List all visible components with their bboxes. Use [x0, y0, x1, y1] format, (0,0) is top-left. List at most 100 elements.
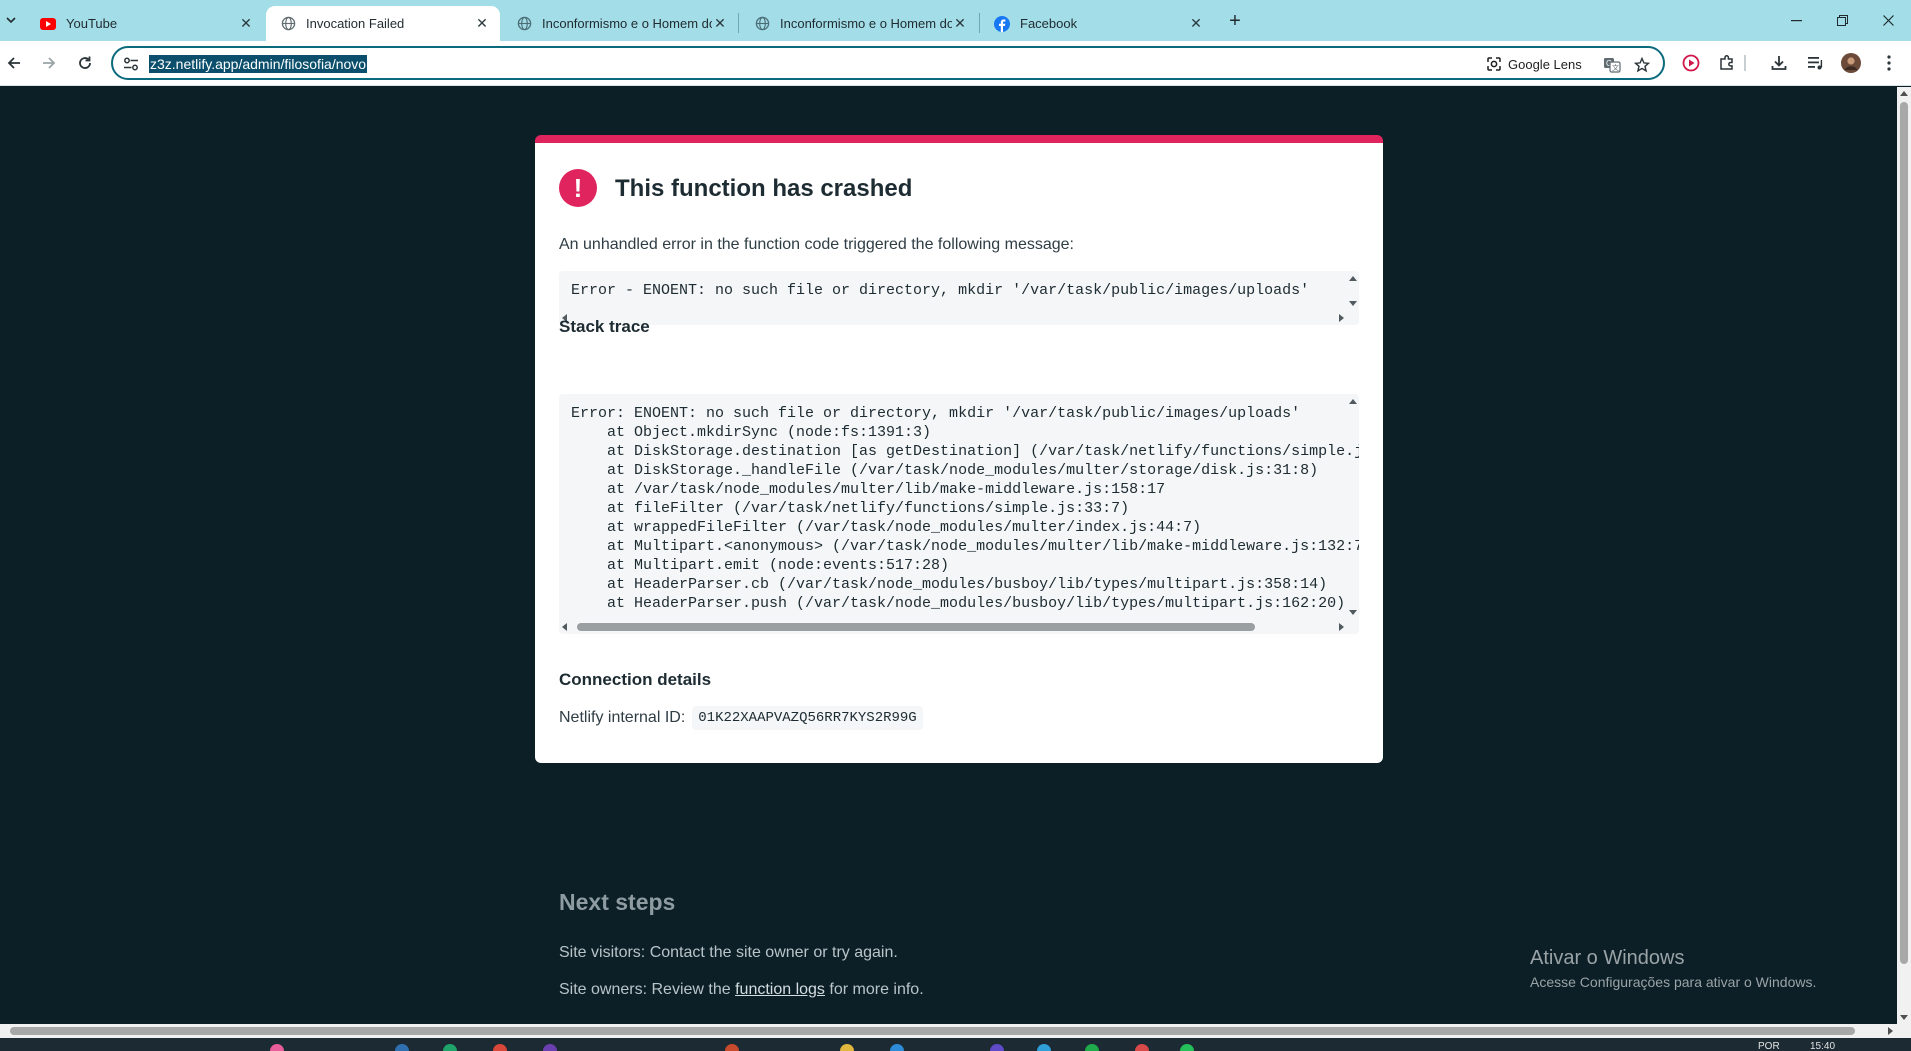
stack-trace-hscroll[interactable]: [559, 620, 1347, 634]
taskbar-app-icon[interactable]: [890, 1044, 904, 1051]
taskbar-app-icon[interactable]: [840, 1044, 854, 1051]
scroll-thumb[interactable]: [1900, 102, 1908, 964]
taskbar-app-icon[interactable]: [443, 1044, 457, 1051]
error-box-hscroll[interactable]: [559, 311, 1347, 325]
scroll-right-icon[interactable]: [1339, 314, 1344, 322]
globe-icon: [280, 16, 296, 32]
taskbar-app-icon[interactable]: [493, 1044, 507, 1051]
owners-suffix: for more info.: [829, 981, 924, 998]
scroll-left-icon[interactable]: [562, 623, 567, 631]
internal-id-label: Netlify internal ID:: [559, 709, 686, 726]
error-message-box[interactable]: Error - ENOENT: no such file or director…: [559, 271, 1359, 325]
restore-button[interactable]: [1819, 0, 1865, 41]
taskbar-app-icon[interactable]: [1085, 1044, 1099, 1051]
scroll-right-icon[interactable]: [1339, 623, 1344, 631]
downloads-icon[interactable]: [1768, 52, 1790, 74]
site-settings-icon[interactable]: [122, 55, 140, 73]
url-text[interactable]: z3z.netlify.app/admin/filosofia/novo: [149, 55, 368, 73]
page-vertical-scrollbar[interactable]: [1897, 87, 1911, 1024]
error-message: Error - ENOENT: no such file or director…: [571, 282, 1310, 299]
youtube-icon: [40, 16, 56, 32]
tab-title: YouTube: [66, 16, 118, 31]
tab-title: Invocation Failed: [306, 16, 405, 31]
browser-menu-icon[interactable]: [1878, 52, 1900, 74]
next-steps-visitors: Site visitors: Contact the site owner or…: [559, 944, 898, 961]
close-tab-icon[interactable]: ✕: [952, 15, 968, 32]
scroll-thumb[interactable]: [577, 623, 1255, 631]
page-content: ! This function has crashed An unhandled…: [0, 87, 1897, 1024]
taskbar-app-icon[interactable]: [725, 1044, 739, 1051]
facebook-icon: [994, 15, 1010, 32]
scroll-thumb[interactable]: [10, 1027, 1855, 1035]
scroll-up-icon[interactable]: [1900, 91, 1908, 96]
google-lens-button[interactable]: Google Lens: [1486, 54, 1582, 74]
error-box-vscroll[interactable]: [1347, 271, 1359, 311]
forward-button[interactable]: [35, 49, 63, 77]
scroll-up-icon[interactable]: [1349, 276, 1357, 281]
toolbar-divider: [1744, 55, 1746, 71]
tab-facebook[interactable]: Facebook ✕: [980, 6, 1214, 41]
globe-icon: [516, 16, 532, 32]
tab-invocation-failed[interactable]: Invocation Failed ✕: [266, 6, 500, 41]
close-window-button[interactable]: [1865, 0, 1911, 41]
taskbar-app-icon[interactable]: [543, 1044, 557, 1051]
exclamation-icon: !: [559, 169, 597, 207]
internal-id-value[interactable]: 01K22XAAPVAZQ56RR7KYS2R99G: [692, 706, 923, 730]
close-tab-icon[interactable]: ✕: [1188, 15, 1204, 32]
media-controls-icon[interactable]: [1804, 52, 1826, 74]
stack-trace-vscroll[interactable]: [1347, 394, 1359, 620]
close-tab-icon[interactable]: ✕: [474, 15, 490, 32]
error-title: This function has crashed: [615, 175, 913, 202]
address-bar[interactable]: z3z.netlify.app/admin/filosofia/novo Goo…: [111, 46, 1665, 80]
tab-youtube[interactable]: YouTube ✕: [26, 6, 264, 41]
tab-title: Facebook: [1020, 16, 1078, 31]
taskbar-app-icon[interactable]: [395, 1044, 409, 1051]
error-intro: An unhandled error in the function code …: [559, 236, 1074, 253]
taskbar-app-icon[interactable]: [990, 1044, 1004, 1051]
scroll-right-icon[interactable]: [1888, 1027, 1893, 1035]
activation-subtitle: Acesse Configurações para ativar o Windo…: [1530, 974, 1817, 990]
function-logs-link[interactable]: function logs: [735, 981, 825, 998]
page-horizontal-scrollbar[interactable]: [0, 1024, 1911, 1038]
tab-inconformismo-2[interactable]: Inconformismo e o Homem do ✕: [740, 6, 978, 41]
stack-trace: Error: ENOENT: no such file or directory…: [571, 405, 1359, 612]
stack-trace-heading: Stack trace: [559, 317, 650, 336]
tab-inconformismo-1[interactable]: Inconformismo e o Homem do ✕: [502, 6, 738, 41]
new-tab-button[interactable]: +: [1222, 9, 1248, 33]
tab-title: Inconformismo e o Homem do: [542, 16, 712, 31]
close-tab-icon[interactable]: ✕: [712, 15, 728, 32]
reload-button[interactable]: [71, 49, 99, 77]
tab-title: Inconformismo e o Homem do: [780, 16, 952, 31]
minimize-button[interactable]: [1773, 0, 1819, 41]
windows-taskbar: POR 15:40: [0, 1038, 1911, 1051]
connection-details-heading: Connection details: [559, 670, 712, 689]
google-lens-label: Google Lens: [1508, 56, 1582, 72]
extensions-icon[interactable]: [1716, 52, 1738, 74]
taskbar-app-icon[interactable]: [1135, 1044, 1149, 1051]
owners-prefix: Site owners: Review the: [559, 981, 731, 998]
stack-trace-box[interactable]: Error: ENOENT: no such file or directory…: [559, 394, 1359, 634]
taskbar-app-icon[interactable]: [1180, 1044, 1194, 1051]
back-button[interactable]: [0, 49, 28, 77]
tab-separator: [738, 13, 739, 33]
windows-activation-watermark: Ativar o Windows Acesse Configurações pa…: [1530, 947, 1816, 990]
scroll-down-icon[interactable]: [1349, 301, 1357, 306]
scroll-down-icon[interactable]: [1349, 610, 1357, 615]
next-steps-owners: Site owners: Review the function logs fo…: [559, 981, 924, 999]
close-tab-icon[interactable]: ✕: [238, 15, 254, 32]
globe-icon: [754, 16, 770, 32]
scroll-down-icon[interactable]: [1900, 1015, 1908, 1020]
error-card: ! This function has crashed An unhandled…: [535, 135, 1383, 763]
profile-avatar[interactable]: [1840, 52, 1862, 74]
bookmark-star-icon[interactable]: [1632, 55, 1652, 75]
svg-text:文: 文: [1612, 63, 1619, 72]
translate-icon[interactable]: G文: [1602, 55, 1622, 75]
taskbar-app-icon[interactable]: [270, 1044, 284, 1051]
language-indicator[interactable]: POR: [1758, 1041, 1780, 1051]
clock[interactable]: 15:40: [1810, 1041, 1835, 1051]
media-record-icon[interactable]: [1680, 52, 1702, 74]
tab-strip: YouTube ✕ Invocation Failed ✕ Inconformi…: [0, 0, 1911, 41]
taskbar-app-icon[interactable]: [1037, 1044, 1051, 1051]
tab-search-chevron-icon[interactable]: [0, 8, 22, 32]
scroll-up-icon[interactable]: [1349, 399, 1357, 404]
